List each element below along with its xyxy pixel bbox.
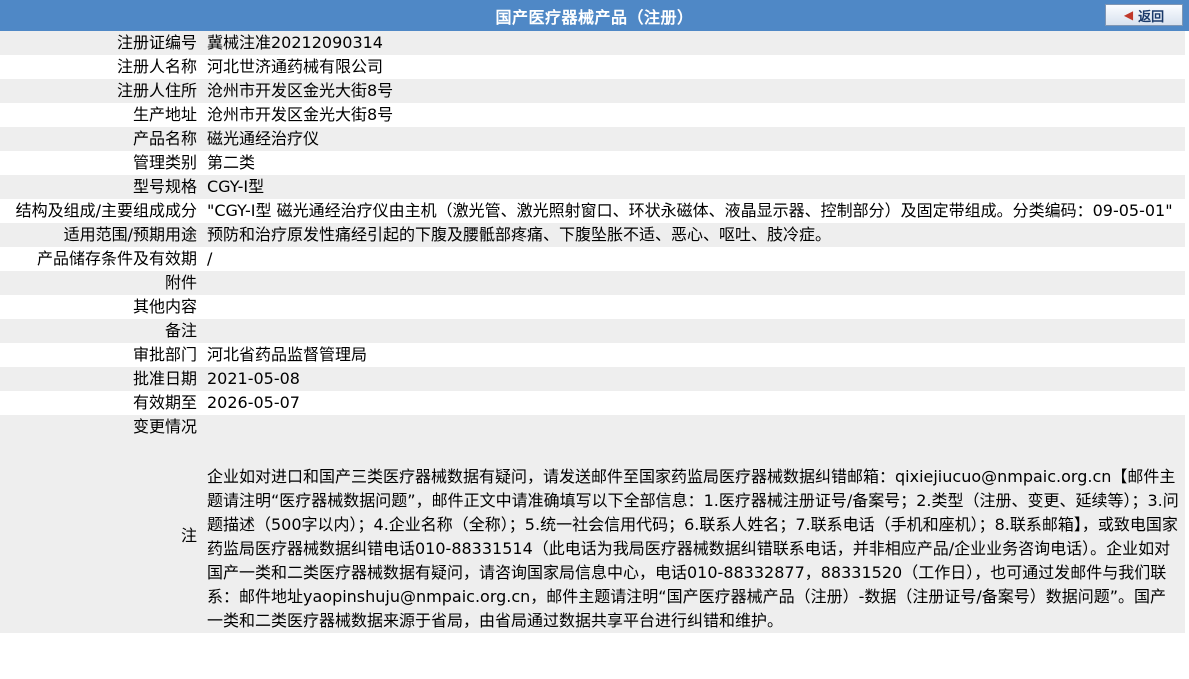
- table-row: 有效期至 2026-05-07: [0, 391, 1185, 415]
- note-label: 注: [0, 439, 205, 633]
- table-row: 注册人名称 河北世济通药械有限公司: [0, 55, 1185, 79]
- field-value: 冀械注准20212090314: [205, 31, 1185, 55]
- field-label: 备注: [0, 319, 205, 343]
- field-value: 预防和治疗原发性痛经引起的下腹及腰骶部疼痛、下腹坠胀不适、恶心、呕吐、肢冷症。: [205, 223, 1185, 247]
- note-text: 企业如对进口和国产三类医疗器械数据有疑问，请发送邮件至国家药监局医疗器械数据纠错…: [205, 439, 1185, 633]
- table-row: 产品储存条件及有效期 /: [0, 247, 1185, 271]
- field-value: 2021-05-08: [205, 367, 1185, 391]
- field-value: 河北世济通药械有限公司: [205, 55, 1185, 79]
- table-row: 备注: [0, 319, 1185, 343]
- field-label: 注册证编号: [0, 31, 205, 55]
- page-header: 国产医疗器械产品（注册） ◀ 返回: [0, 0, 1189, 31]
- note-row: 注企业如对进口和国产三类医疗器械数据有疑问，请发送邮件至国家药监局医疗器械数据纠…: [0, 439, 1185, 633]
- field-label: 生产地址: [0, 103, 205, 127]
- detail-table: 注册证编号 冀械注准20212090314 注册人名称 河北世济通药械有限公司 注册人住…: [0, 31, 1185, 633]
- field-value: /: [205, 247, 1185, 271]
- field-label: 产品名称: [0, 127, 205, 151]
- field-value: 河北省药品监督管理局: [205, 343, 1185, 367]
- back-arrow-icon: ◀: [1123, 8, 1134, 22]
- table-row: 变更情况: [0, 415, 1185, 439]
- field-value: 2026-05-07: [205, 391, 1185, 415]
- back-button[interactable]: ◀ 返回: [1105, 4, 1183, 26]
- field-value: CGY-Ⅰ型: [205, 175, 1185, 199]
- table-row: 管理类别 第二类: [0, 151, 1185, 175]
- field-label: 有效期至: [0, 391, 205, 415]
- field-label: 附件: [0, 271, 205, 295]
- table-row: 产品名称 磁光通经治疗仪: [0, 127, 1185, 151]
- field-label: 管理类别: [0, 151, 205, 175]
- field-label: 注册人名称: [0, 55, 205, 79]
- field-label: 批准日期: [0, 367, 205, 391]
- back-button-label: 返回: [1138, 9, 1165, 25]
- field-value: 沧州市开发区金光大街8号: [205, 103, 1185, 127]
- table-row: 审批部门 河北省药品监督管理局: [0, 343, 1185, 367]
- field-label: 适用范围/预期用途: [0, 223, 205, 247]
- table-row: 结构及组成/主要组成成分 "CGY-Ⅰ型 磁光通经治疗仪由主机（激光管、激光照射窗…: [0, 199, 1185, 223]
- table-row: 注册证编号 冀械注准20212090314: [0, 31, 1185, 55]
- table-row: 注册人住所 沧州市开发区金光大街8号: [0, 79, 1185, 103]
- field-label: 产品储存条件及有效期: [0, 247, 205, 271]
- field-value: 磁光通经治疗仪: [205, 127, 1185, 151]
- field-value: [205, 319, 1185, 343]
- field-label: 结构及组成/主要组成成分: [0, 199, 205, 223]
- field-value: "CGY-Ⅰ型 磁光通经治疗仪由主机（激光管、激光照射窗口、环状永磁体、液晶显示…: [205, 199, 1185, 223]
- field-label: 审批部门: [0, 343, 205, 367]
- field-value: [205, 271, 1185, 295]
- table-row: 生产地址 沧州市开发区金光大街8号: [0, 103, 1185, 127]
- field-label: 注册人住所: [0, 79, 205, 103]
- field-value: 第二类: [205, 151, 1185, 175]
- field-value: [205, 415, 1185, 439]
- table-row: 附件: [0, 271, 1185, 295]
- table-row: 型号规格 CGY-Ⅰ型: [0, 175, 1185, 199]
- field-label: 其他内容: [0, 295, 205, 319]
- field-label: 型号规格: [0, 175, 205, 199]
- table-row: 适用范围/预期用途 预防和治疗原发性痛经引起的下腹及腰骶部疼痛、下腹坠胀不适、恶心…: [0, 223, 1185, 247]
- page-title: 国产医疗器械产品（注册）: [495, 7, 694, 27]
- table-row: 其他内容: [0, 295, 1185, 319]
- field-label: 变更情况: [0, 415, 205, 439]
- table-row: 批准日期 2021-05-08: [0, 367, 1185, 391]
- field-value: 沧州市开发区金光大街8号: [205, 79, 1185, 103]
- field-value: [205, 295, 1185, 319]
